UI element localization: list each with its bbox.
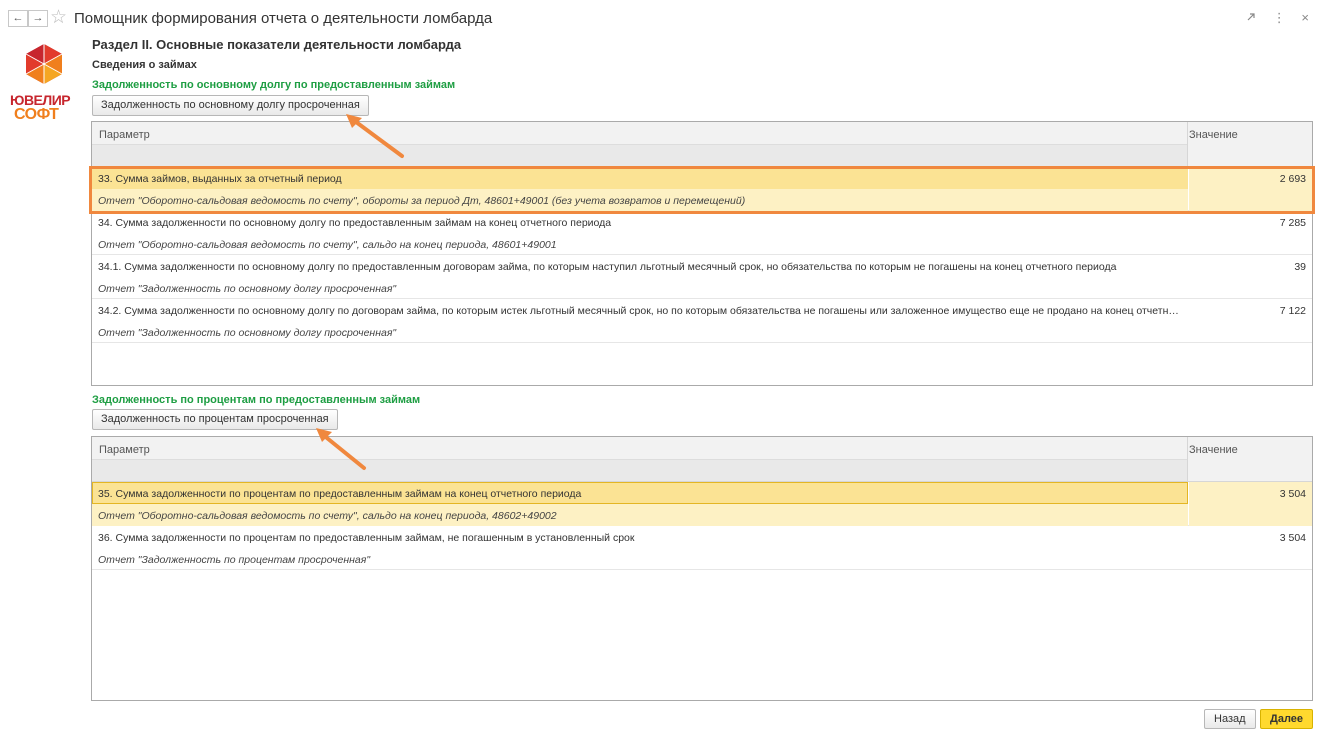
column-header-param[interactable]: Параметр	[99, 444, 150, 456]
link-icon[interactable]	[1245, 10, 1261, 25]
table-row[interactable]: 34.1. Сумма задолженности по основному д…	[92, 255, 1312, 299]
window-title: Помощник формирования отчета о деятельно…	[74, 10, 493, 27]
column-header-value[interactable]: Значение	[1189, 444, 1238, 456]
company-logo: ЮВЕЛИР СОФТ	[8, 42, 80, 123]
principal-overdue-report-button[interactable]: Задолженность по основному долгу просроч…	[92, 95, 369, 116]
row-value[interactable]: 3 504	[1280, 532, 1306, 544]
favorite-star-icon[interactable]: ☆	[50, 8, 67, 28]
row-source: Отчет "Оборотно-сальдовая ведомость по с…	[98, 510, 557, 522]
close-icon[interactable]: ×	[1301, 10, 1309, 25]
group2-heading: Задолженность по процентам по предоставл…	[92, 394, 421, 406]
column-header-param[interactable]: Параметр	[99, 129, 150, 141]
group1-heading: Задолженность по основному долгу по пред…	[92, 79, 456, 91]
back-button[interactable]: Назад	[1204, 709, 1256, 729]
next-button[interactable]: Далее	[1260, 709, 1314, 729]
interest-debt-table: Параметр Значение 35. Сумма задолженност…	[91, 436, 1313, 701]
logo-text-line2: СОФТ	[14, 106, 59, 123]
row-value[interactable]: 3 504	[1280, 488, 1306, 500]
row-value[interactable]: 7 285	[1280, 217, 1306, 229]
back-arrow-icon[interactable]: ←	[8, 10, 28, 27]
row-value[interactable]: 7 122	[1280, 305, 1306, 317]
table-row[interactable]: 34.2. Сумма задолженности по основному д…	[92, 299, 1312, 343]
annotation-arrow-2	[316, 428, 366, 470]
highlight-box	[89, 166, 1315, 214]
row-title: 34.1. Сумма задолженности по основному д…	[98, 261, 1117, 273]
row-title: 36. Сумма задолженности по процентам по …	[98, 532, 635, 544]
table-row[interactable]: 35. Сумма задолженности по процентам по …	[92, 482, 1312, 526]
more-menu-icon[interactable]: ⋮	[1273, 10, 1286, 25]
section-title: Раздел II. Основные показатели деятельно…	[92, 37, 462, 52]
forward-arrow-icon[interactable]: →	[28, 10, 48, 27]
section-subtitle: Сведения о займах	[92, 59, 197, 71]
table-row[interactable]: 36. Сумма задолженности по процентам по …	[92, 526, 1312, 570]
table-header: Параметр Значение	[92, 437, 1312, 482]
row-source: Отчет "Оборотно-сальдовая ведомость по с…	[98, 239, 557, 251]
row-title: 34.2. Сумма задолженности по основному д…	[98, 305, 1183, 317]
column-header-value[interactable]: Значение	[1189, 129, 1238, 141]
window-controls: ⋮ ×	[1233, 10, 1309, 26]
table-row[interactable]: 34. Сумма задолженности по основному дол…	[92, 211, 1312, 255]
row-title: 35. Сумма задолженности по процентам по …	[98, 488, 582, 500]
interest-overdue-report-button[interactable]: Задолженность по процентам просроченная	[92, 409, 338, 430]
row-source: Отчет "Задолженность по основному долгу …	[98, 283, 397, 295]
row-title: 34. Сумма задолженности по основному дол…	[98, 217, 612, 229]
principal-debt-table: Параметр Значение 33. Сумма займов, выда…	[91, 121, 1313, 386]
annotation-arrow-1	[346, 114, 404, 158]
title-bar: ← → ☆ Помощник формирования отчета о дея…	[0, 0, 1317, 36]
row-source: Отчет "Задолженность по основному долгу …	[98, 327, 397, 339]
table-header: Параметр Значение	[92, 122, 1312, 167]
row-source: Отчет "Задолженность по процентам просро…	[98, 554, 371, 566]
row-value[interactable]: 39	[1294, 261, 1306, 273]
